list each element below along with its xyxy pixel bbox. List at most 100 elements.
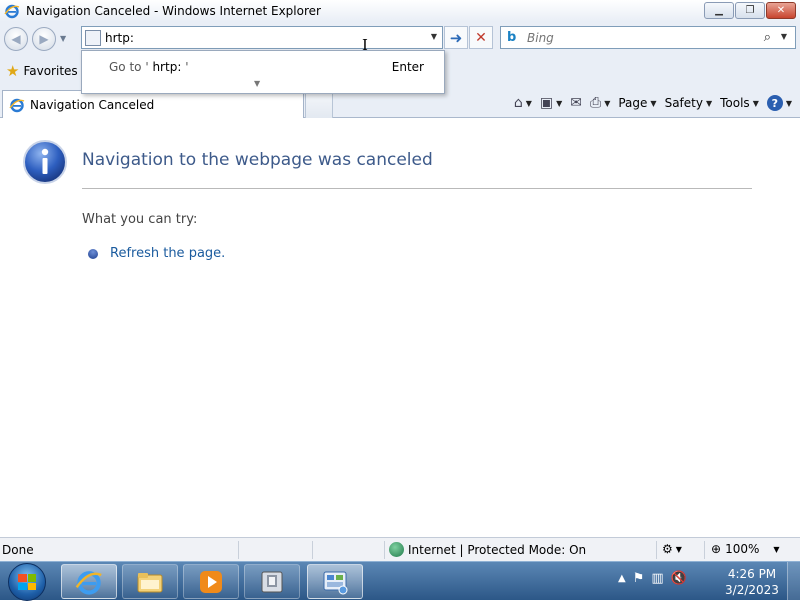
goto-prefix: Go to ' [109, 60, 149, 74]
protection-button[interactable]: ⚙ ▼ [662, 542, 682, 556]
back-arrow-icon: ◀ [11, 32, 21, 46]
rss-icon: ▣ [539, 95, 554, 111]
search-input[interactable] [527, 30, 757, 45]
page-content: Navigation to the webpage was canceled W… [0, 119, 800, 537]
new-tab-button[interactable] [305, 92, 333, 118]
back-button[interactable]: ◀ [4, 27, 28, 51]
help-menu[interactable]: ? ▼ [765, 95, 794, 111]
goto-suffix: ' [185, 60, 189, 74]
help-icon: ? [766, 95, 783, 111]
control-panel-icon [323, 571, 348, 594]
zoom-level: 100% [725, 542, 760, 556]
minimize-button[interactable]: ▁ [704, 2, 734, 19]
safety-menu-label: Safety [664, 96, 703, 110]
ie-icon [75, 570, 102, 595]
action-center-flag-icon[interactable]: ⚑ [633, 571, 645, 586]
zoom-icon: ⊕ [711, 542, 722, 556]
taskbar-control-panel[interactable] [307, 564, 363, 599]
close-button[interactable]: ✕ [766, 2, 796, 19]
printer-icon: ⎙ [590, 95, 602, 111]
forward-button[interactable]: ▶ [32, 27, 56, 51]
search-options-dropdown[interactable]: ▼ [781, 32, 787, 41]
tools-menu[interactable]: Tools ▼ [718, 96, 761, 110]
favorites-button[interactable]: ★ Favorites [6, 62, 78, 80]
folder-icon [137, 572, 163, 592]
stop-icon: ✕ [475, 29, 487, 46]
chevron-down-icon: ▼ [675, 544, 682, 554]
chevron-down-icon: ▼ [705, 98, 713, 108]
globe-icon [389, 542, 404, 557]
window-controls: ▁ ❐ ✕ [704, 2, 796, 19]
taskbar-windows-explorer[interactable] [122, 564, 178, 599]
bing-icon: b [507, 30, 517, 45]
goto-value: hrtp: [152, 60, 182, 74]
status-separator [656, 541, 657, 559]
security-zone[interactable]: Internet | Protected Mode: On [389, 542, 586, 557]
read-mail-button[interactable]: ✉ [568, 95, 584, 111]
window-title: Navigation Canceled - Windows Internet E… [26, 4, 321, 18]
mail-icon: ✉ [570, 95, 582, 111]
page-icon [85, 29, 101, 46]
home-button[interactable]: ⌂ ▼ [512, 95, 534, 111]
gear-lock-icon: ⚙ [662, 542, 673, 556]
chevron-down-icon: ▼ [752, 98, 759, 108]
title-bar: Navigation Canceled - Windows Internet E… [0, 0, 800, 22]
address-dropdown-icon[interactable]: ▼ [431, 32, 437, 41]
status-separator [238, 541, 239, 559]
page-menu[interactable]: Page ▼ [616, 96, 658, 110]
go-button[interactable]: ➜ [444, 26, 468, 49]
start-button[interactable] [8, 563, 46, 601]
status-text: Done [2, 543, 34, 557]
command-bar: ⌂ ▼ ▣ ▼ ✉ ⎙ ▼ Page ▼ Safety ▼ Tools ▼ ? ▼ [512, 92, 794, 114]
autocomplete-enter-hint: Enter [391, 60, 424, 74]
autocomplete-goto-item[interactable]: Go to ' hrtp: ' [109, 60, 189, 74]
clock-date: 3/2/2023 [725, 583, 779, 597]
disk-drive-icon [261, 571, 283, 592]
maximize-button[interactable]: ❐ [735, 2, 765, 19]
safety-menu[interactable]: Safety ▼ [663, 96, 715, 110]
refresh-page-link[interactable]: Refresh the page. [110, 246, 225, 261]
chevron-down-icon: ▼ [525, 98, 532, 108]
ie-icon [4, 4, 20, 19]
go-arrow-icon: ➜ [449, 28, 463, 47]
status-separator [312, 541, 313, 559]
system-clock[interactable]: 4:26 PM 3/2/2023 [722, 566, 782, 598]
taskbar: ▲ ⚑ ▥ 🔇 4:26 PM 3/2/2023 [0, 561, 800, 601]
chevron-down-icon: ▼ [604, 98, 611, 108]
chevron-down-icon: ▼ [556, 98, 563, 108]
notification-area: ▲ ⚑ ▥ 🔇 [618, 571, 687, 586]
taskbar-internet-explorer[interactable] [61, 564, 117, 599]
status-separator [704, 541, 705, 559]
address-bar[interactable]: ▼ [81, 26, 443, 49]
print-button[interactable]: ⎙ ▼ [588, 95, 612, 111]
address-autocomplete: Go to ' hrtp: ' Enter ▼ [81, 50, 445, 94]
show-desktop-button[interactable] [787, 562, 800, 601]
expand-arrow-icon[interactable]: ▼ [254, 79, 260, 88]
divider [82, 188, 752, 189]
windows-logo-icon [18, 574, 36, 590]
page-menu-label: Page [618, 96, 648, 110]
ie-icon [9, 98, 25, 112]
feeds-button[interactable]: ▣ ▼ [538, 95, 564, 111]
volume-muted-icon[interactable]: 🔇 [671, 571, 687, 586]
zone-text: Internet | Protected Mode: On [408, 542, 587, 557]
search-box[interactable]: b ⌕ ▼ [500, 26, 796, 49]
taskbar-app[interactable] [244, 564, 300, 599]
media-player-icon [200, 570, 222, 593]
what-you-can-try-label: What you can try: [82, 212, 198, 227]
show-hidden-icons-button[interactable]: ▲ [618, 573, 626, 584]
chevron-down-icon: ▼ [785, 98, 792, 108]
network-icon[interactable]: ▥ [651, 571, 663, 586]
info-icon [23, 140, 67, 184]
taskbar-media-player[interactable] [183, 564, 239, 599]
zoom-button[interactable]: ⊕ 100% ▼ [711, 542, 780, 556]
recent-pages-dropdown[interactable]: ▼ [60, 34, 66, 43]
clock-time: 4:26 PM [727, 567, 777, 581]
address-input[interactable] [105, 30, 405, 45]
search-icon[interactable]: ⌕ [764, 30, 771, 45]
home-icon: ⌂ [513, 95, 523, 111]
status-bar: Done Internet | Protected Mode: On ⚙ ▼ ⊕ … [0, 537, 800, 561]
status-separator [384, 541, 385, 559]
stop-button[interactable]: ✕ [469, 26, 493, 49]
tab-navigation-canceled[interactable]: Navigation Canceled [2, 90, 304, 118]
